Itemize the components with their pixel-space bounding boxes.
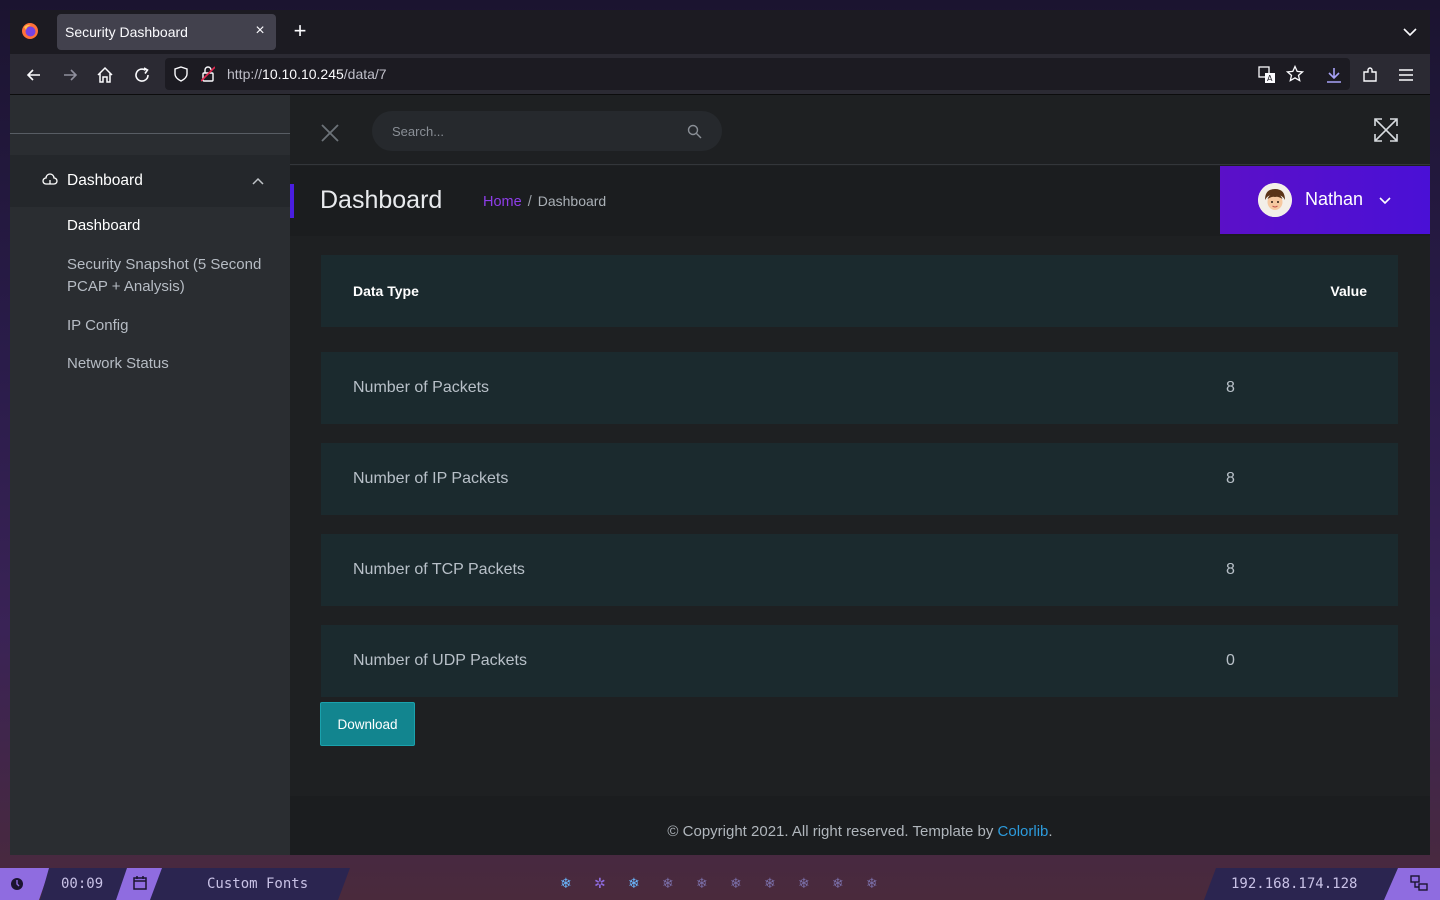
table-row: Number of UDP Packets 0 [321, 625, 1398, 697]
power-icon[interactable] [9, 876, 25, 892]
url-bar[interactable]: http://10.10.10.245/data/7 A [165, 58, 1350, 90]
search-input[interactable] [392, 121, 672, 141]
row-value: 8 [1226, 561, 1235, 578]
workspace-3-icon[interactable]: ❄ [628, 875, 640, 892]
sidebar: Dashboard Dashboard Security Snapshot (5… [10, 95, 290, 855]
user-menu[interactable]: Nathan [1220, 166, 1430, 234]
search-icon[interactable] [687, 124, 702, 139]
footer: © Copyright 2021. All right reserved. Te… [290, 796, 1430, 855]
sidebar-brand [10, 95, 290, 134]
sidebar-item-ip-config[interactable]: IP Config [67, 315, 267, 337]
column-header-data-type: Data Type [353, 283, 419, 299]
url-text: http://10.10.10.245/data/7 [227, 66, 387, 82]
download-button[interactable]: Download [320, 702, 415, 746]
table-row: Number of TCP Packets 8 [321, 534, 1398, 606]
page-content: Dashboard Dashboard Security Snapshot (5… [10, 95, 1430, 855]
column-header-value: Value [1330, 283, 1367, 299]
back-icon[interactable] [25, 66, 43, 84]
row-value: 8 [1226, 379, 1235, 396]
search-box [372, 111, 722, 151]
chevron-up-icon[interactable] [251, 175, 265, 187]
download-icon[interactable] [1325, 66, 1343, 84]
reload-icon[interactable] [133, 66, 151, 84]
row-value: 0 [1226, 652, 1235, 669]
table-row: Number of Packets 8 [321, 352, 1398, 424]
workspace-8-icon[interactable]: ❄ [798, 875, 810, 892]
workspace-10-icon[interactable]: ❄ [866, 875, 878, 892]
browser-window: Security Dashboard × + http://10.10.10.2… [10, 10, 1430, 855]
main-panel: Dashboard Home / Dashboard [290, 95, 1430, 855]
colorlib-link[interactable]: Colorlib [998, 823, 1049, 840]
row-data-type: Number of TCP Packets [353, 561, 525, 578]
page-title: Dashboard [320, 186, 443, 214]
avatar [1258, 183, 1292, 217]
workspace-6-icon[interactable]: ❄ [730, 875, 742, 892]
breadcrumb-current: Dashboard [537, 193, 607, 209]
taskbar-time: 00:09 [61, 876, 104, 892]
sidebar-item-dashboard[interactable]: Dashboard [67, 215, 267, 237]
close-tab-icon[interactable]: × [252, 23, 268, 39]
sidebar-item-network-status[interactable]: Network Status [67, 353, 267, 375]
home-icon[interactable] [96, 66, 114, 84]
row-data-type: Number of UDP Packets [353, 652, 527, 669]
sidebar-group-label: Dashboard [67, 172, 143, 189]
workspace-1-icon[interactable]: ❄ [560, 875, 572, 892]
row-data-type: Number of Packets [353, 379, 490, 396]
avatar-icon [1258, 183, 1292, 217]
cloud-icon [42, 173, 58, 185]
desktop-taskbar: 00:09 Custom Fonts ❄ ✲ ❄ ❄ ❄ ❄ ❄ ❄ ❄ ❄ 1… [0, 864, 1440, 900]
workspace-4-icon[interactable]: ❄ [662, 875, 674, 892]
sidebar-group-dashboard[interactable]: Dashboard [10, 155, 290, 207]
nav-bar: http://10.10.10.245/data/7 A [10, 54, 1430, 95]
extensions-icon[interactable] [1361, 66, 1379, 84]
shield-icon[interactable] [173, 66, 189, 82]
breadcrumb: Home / Dashboard [483, 193, 606, 210]
row-data-type: Number of IP Packets [353, 470, 509, 487]
table-header: Data Type Value [321, 255, 1398, 327]
workspace-5-icon[interactable]: ❄ [696, 875, 708, 892]
taskbar-window-label: Custom Fonts [207, 876, 309, 892]
network-icon[interactable] [1410, 875, 1428, 891]
close-icon[interactable] [320, 123, 340, 143]
taskbar-ip-address: 192.168.174.128 [1231, 876, 1358, 892]
sidebar-item-security-snapshot[interactable]: Security Snapshot (5 Second PCAP + Analy… [67, 254, 267, 298]
workspace-2-icon[interactable]: ✲ [594, 875, 606, 892]
workspace-9-icon[interactable]: ❄ [832, 875, 844, 892]
calendar-icon[interactable] [132, 875, 148, 891]
footer-copyright: © Copyright 2021. All right reserved. Te… [667, 823, 1053, 840]
breadcrumb-home-link[interactable]: Home [483, 194, 522, 210]
table-row: Number of IP Packets 8 [321, 443, 1398, 515]
translate-icon[interactable]: A [1258, 66, 1276, 84]
header-accent-bar [290, 184, 294, 218]
firefox-icon [22, 23, 38, 39]
user-name: Nathan [1305, 189, 1364, 209]
tab-security-dashboard[interactable]: Security Dashboard × [57, 14, 276, 50]
chevron-down-icon [1379, 197, 1391, 205]
tab-bar: Security Dashboard × + [10, 10, 1430, 54]
new-tab-icon[interactable]: + [290, 20, 310, 42]
bookmark-star-icon[interactable] [1286, 65, 1304, 83]
svg-text:A: A [1267, 74, 1273, 83]
insecure-lock-icon[interactable] [201, 66, 215, 82]
breadcrumb-separator: / [527, 194, 532, 210]
workspace-7-icon[interactable]: ❄ [764, 875, 776, 892]
row-value: 8 [1226, 470, 1235, 487]
tab-title: Security Dashboard [65, 24, 188, 40]
fullscreen-icon[interactable] [1373, 117, 1399, 143]
top-bar [290, 95, 1430, 165]
chevron-down-icon[interactable] [1402, 24, 1418, 40]
menu-icon[interactable] [1397, 66, 1415, 84]
forward-icon[interactable] [61, 66, 79, 84]
